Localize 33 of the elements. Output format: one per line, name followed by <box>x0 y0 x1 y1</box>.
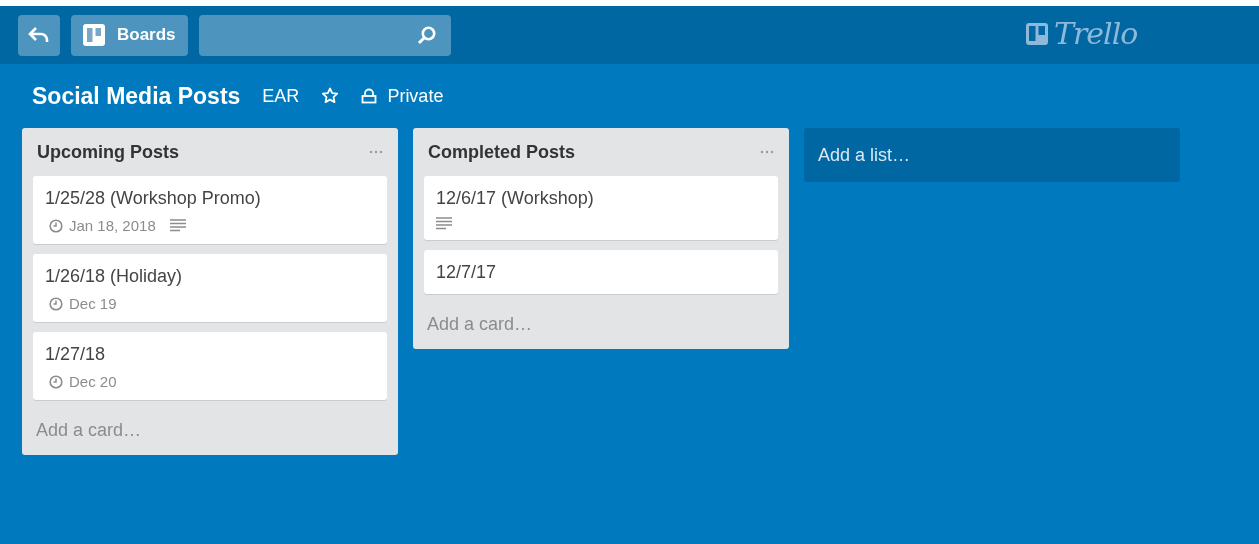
add-list-button[interactable]: Add a list… <box>804 128 1180 182</box>
clock-icon <box>49 218 63 233</box>
back-arrow-icon <box>28 26 50 44</box>
board-title[interactable]: Social Media Posts <box>32 82 241 110</box>
lock-icon <box>361 88 378 104</box>
list-title[interactable]: Completed Posts <box>428 141 576 163</box>
card-title: 12/6/17 (Workshop) <box>436 188 595 209</box>
card[interactable]: 1/27/18 Dec 20 <box>33 332 387 400</box>
card[interactable]: 12/6/17 (Workshop) <box>424 176 778 240</box>
team-name[interactable]: EAR <box>262 85 300 107</box>
card-title: 12/7/17 <box>436 262 498 283</box>
search-field[interactable] <box>198 14 451 56</box>
logo-text: Trello <box>1054 16 1138 51</box>
more-icon[interactable] <box>369 150 383 154</box>
list-title[interactable]: Upcoming Posts <box>37 141 179 163</box>
logo-icon <box>1026 22 1048 45</box>
card[interactable]: 12/7/17 <box>424 250 778 294</box>
board-icon <box>83 24 105 46</box>
due-date: Dec 20 <box>69 373 117 390</box>
visibility-button[interactable]: Private <box>361 85 444 107</box>
due-date: Jan 18, 2018 <box>69 217 156 234</box>
card[interactable]: 1/26/18 (Holiday) Dec 19 <box>33 254 387 322</box>
star-icon[interactable] <box>321 87 340 105</box>
card[interactable]: 1/25/28 (Workshop Promo) Jan 18, 2018 <box>33 176 387 244</box>
clock-icon <box>49 296 63 311</box>
more-icon[interactable] <box>760 150 774 154</box>
clock-icon <box>49 374 63 389</box>
card-title: 1/25/28 (Workshop Promo) <box>45 188 262 209</box>
card-title: 1/27/18 <box>45 344 107 365</box>
card-title: 1/26/18 (Holiday) <box>45 266 184 287</box>
back-button[interactable] <box>18 14 60 56</box>
search-icon[interactable] <box>416 25 437 45</box>
due-date: Dec 19 <box>69 295 117 312</box>
